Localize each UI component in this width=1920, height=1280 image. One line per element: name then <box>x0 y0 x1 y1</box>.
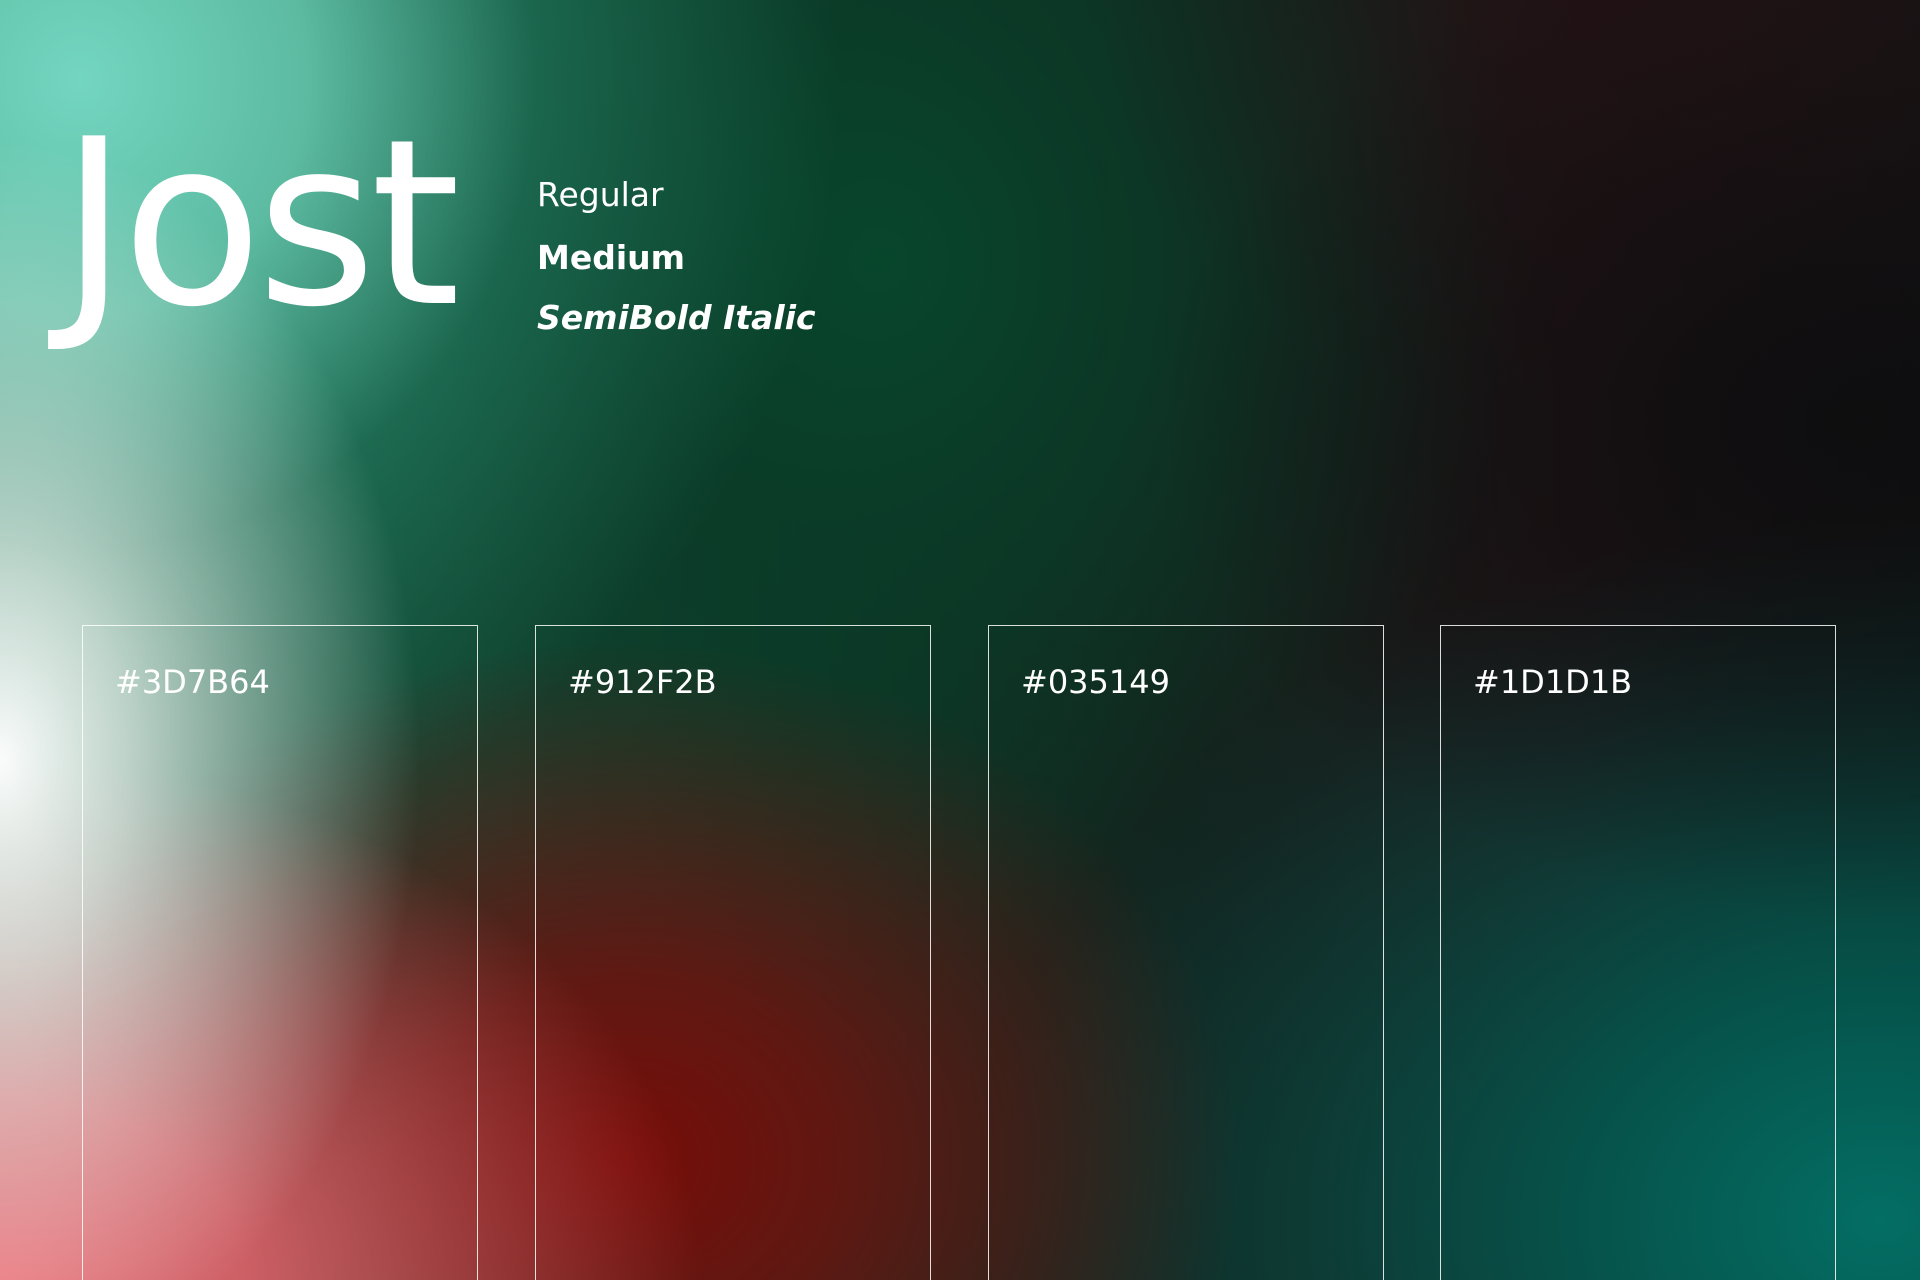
color-swatch-2: #912F2B <box>535 625 931 1280</box>
weight-medium: Medium <box>537 238 686 277</box>
weight-regular: Regular <box>537 175 664 214</box>
font-weights-list: Regular Medium SemiBold Italic <box>537 178 816 334</box>
color-swatch-3: #035149 <box>988 625 1384 1280</box>
swatch-hex-label: #1D1D1B <box>1473 663 1633 701</box>
color-swatch-4: #1D1D1B <box>1440 625 1836 1280</box>
swatch-hex-label: #035149 <box>1021 663 1170 701</box>
swatch-hex-label: #912F2B <box>568 663 717 701</box>
swatch-hex-label: #3D7B64 <box>115 663 270 701</box>
font-name-title: Jost <box>60 91 461 358</box>
font-specimen-canvas: Jost Regular Medium SemiBold Italic #3D7… <box>0 0 1920 1280</box>
color-swatch-1: #3D7B64 <box>82 625 478 1280</box>
weight-semibold-italic: SemiBold Italic <box>537 298 816 337</box>
